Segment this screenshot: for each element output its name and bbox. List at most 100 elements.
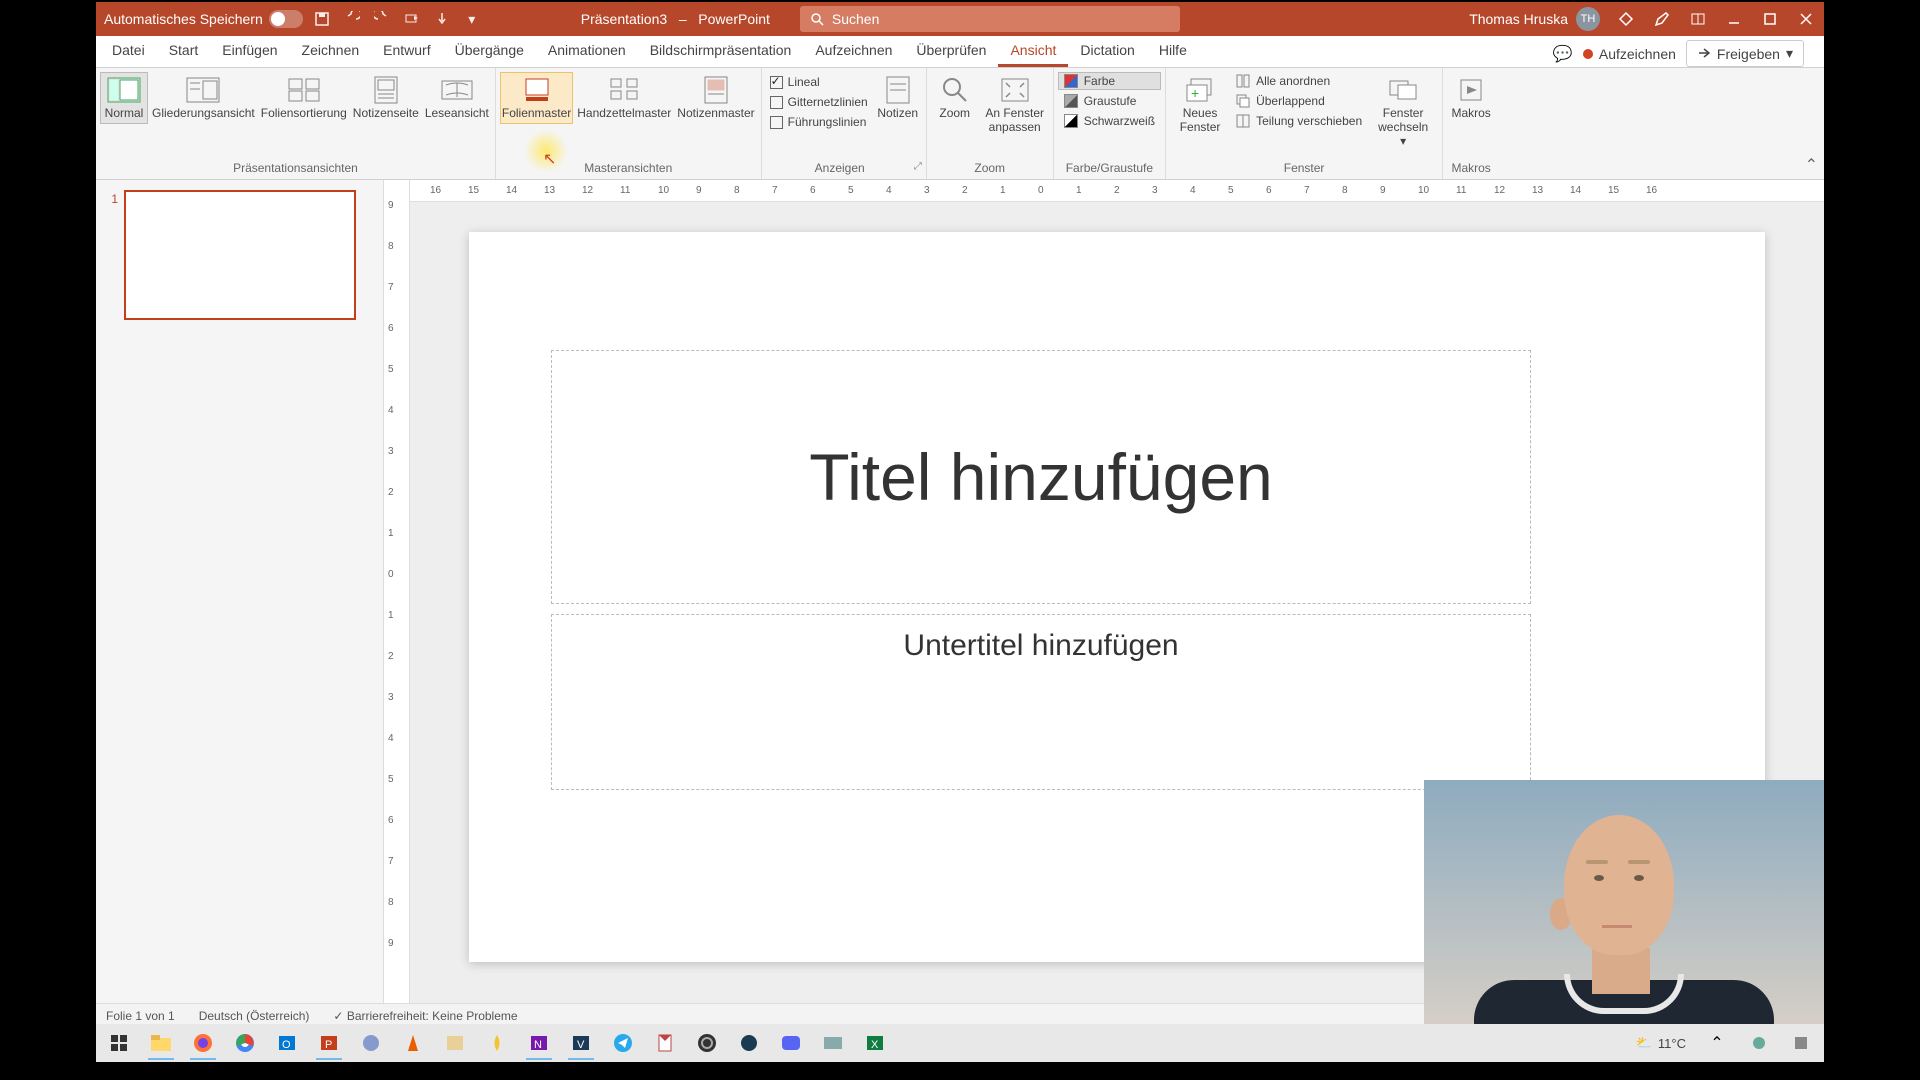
start-from-beginning-icon[interactable] (403, 10, 421, 28)
slide-counter[interactable]: Folie 1 von 1 (106, 1009, 175, 1023)
qat-more-icon[interactable]: ▾ (463, 10, 481, 28)
file-explorer-icon[interactable] (142, 1026, 180, 1060)
telegram-icon[interactable] (604, 1026, 642, 1060)
close-button[interactable] (1796, 9, 1816, 29)
collapse-ribbon-button[interactable]: ⌃ (1805, 155, 1818, 175)
svg-text:X: X (871, 1039, 879, 1051)
app-icon-5[interactable] (730, 1026, 768, 1060)
language-indicator[interactable]: Deutsch (Österreich) (199, 1009, 310, 1023)
save-icon[interactable] (313, 10, 331, 28)
tab-ueberpruefen[interactable]: Überprüfen (904, 36, 998, 67)
normal-view-button[interactable]: Normal (100, 72, 148, 124)
diamond-icon[interactable] (1616, 9, 1636, 29)
vlc-icon[interactable] (394, 1026, 432, 1060)
subtitle-placeholder[interactable]: Untertitel hinzufügen (551, 614, 1531, 790)
app-icon-4[interactable] (646, 1026, 684, 1060)
reading-view-button[interactable]: Leseansicht (423, 72, 491, 124)
touch-mode-icon[interactable] (433, 10, 451, 28)
app-icon-3[interactable] (478, 1026, 516, 1060)
minimize-button[interactable] (1724, 9, 1744, 29)
checkbox-checked-icon (770, 76, 783, 89)
user-account[interactable]: Thomas Hruska TH (1469, 7, 1600, 31)
group-label: Masteransichten (500, 161, 757, 177)
excel-icon[interactable]: X (856, 1026, 894, 1060)
weather-widget[interactable]: ⛅ 11°C (1628, 1035, 1694, 1051)
search-box[interactable] (800, 6, 1180, 32)
slide-thumbnail-1[interactable] (124, 190, 356, 320)
tray-icon-2[interactable] (1782, 1026, 1820, 1060)
window-layout-icon[interactable] (1688, 9, 1708, 29)
start-button[interactable] (100, 1026, 138, 1060)
notes-page-button[interactable]: Notizenseite (351, 72, 421, 124)
tray-icon-1[interactable] (1740, 1026, 1778, 1060)
tab-bildschirmpraesentation[interactable]: Bildschirmpräsentation (638, 36, 804, 67)
blackwhite-option[interactable]: Schwarzweiß (1058, 112, 1161, 130)
tab-uebergaenge[interactable]: Übergänge (443, 36, 536, 67)
tab-einfuegen[interactable]: Einfügen (210, 36, 289, 67)
ribbon-tabs: Datei Start Einfügen Zeichnen Entwurf Üb… (96, 36, 1824, 68)
fit-to-window-button[interactable]: An Fenster anpassen (981, 72, 1049, 138)
tab-hilfe[interactable]: Hilfe (1147, 36, 1199, 67)
cascade-icon (1236, 94, 1250, 108)
notes-button[interactable]: Notizen (874, 72, 922, 124)
arrange-all-button[interactable]: Alle anordnen (1232, 72, 1366, 90)
maximize-button[interactable] (1760, 9, 1780, 29)
switch-windows-button[interactable]: Fenster wechseln ▾ (1368, 72, 1438, 152)
app-icon-6[interactable] (814, 1026, 852, 1060)
app-icon-2[interactable] (436, 1026, 474, 1060)
tab-aufzeichnen[interactable]: Aufzeichnen (803, 36, 904, 67)
tab-dictation[interactable]: Dictation (1068, 36, 1146, 67)
move-split-button[interactable]: Teilung verschieben (1232, 112, 1366, 130)
pen-icon[interactable] (1652, 9, 1672, 29)
checkbox-icon (770, 96, 783, 109)
obs-icon[interactable] (688, 1026, 726, 1060)
gridlines-checkbox[interactable]: Gitternetzlinien (768, 94, 870, 110)
undo-icon[interactable] (343, 10, 361, 28)
new-window-button[interactable]: + Neues Fenster (1170, 72, 1230, 138)
title-placeholder[interactable]: Titel hinzufügen (551, 350, 1531, 604)
horizontal-ruler: 1615141312111098765432101234567891011121… (410, 180, 1824, 202)
tab-ansicht[interactable]: Ansicht (998, 36, 1068, 67)
color-option[interactable]: Farbe (1058, 72, 1161, 90)
checkbox-icon (770, 116, 783, 129)
grayscale-option[interactable]: Graustufe (1058, 92, 1161, 110)
onenote-icon[interactable]: N (520, 1026, 558, 1060)
zoom-button[interactable]: Zoom (931, 72, 979, 124)
macros-icon (1453, 76, 1489, 104)
app-icon-1[interactable] (352, 1026, 390, 1060)
autosave-toggle[interactable]: Automatisches Speichern (104, 10, 303, 28)
outlook-icon[interactable]: O (268, 1026, 306, 1060)
handout-master-button[interactable]: Handzettelmaster (575, 72, 673, 124)
windows-taskbar: O P N V X ⛅ 11°C ⌃ (96, 1024, 1824, 1062)
chrome-icon[interactable] (226, 1026, 264, 1060)
toggle-switch[interactable] (269, 10, 303, 28)
quick-access-toolbar: ▾ (313, 10, 481, 28)
tab-entwurf[interactable]: Entwurf (371, 36, 442, 67)
tab-datei[interactable]: Datei (100, 36, 157, 67)
tab-zeichnen[interactable]: Zeichnen (290, 36, 372, 67)
discord-icon[interactable] (772, 1026, 810, 1060)
outline-view-button[interactable]: Gliederungsansicht (150, 72, 257, 124)
slide-master-button[interactable]: Folienmaster (500, 72, 573, 124)
ruler-checkbox[interactable]: Lineal (768, 74, 870, 90)
powerpoint-icon[interactable]: P (310, 1026, 348, 1060)
accessibility-indicator[interactable]: ✓ Barrierefreiheit: Keine Probleme (333, 1009, 517, 1023)
notes-master-button[interactable]: Notizenmaster (675, 72, 756, 124)
guides-checkbox[interactable]: Führungslinien (768, 114, 870, 130)
bw-swatch-icon (1064, 114, 1078, 128)
search-input[interactable] (832, 11, 1170, 27)
tab-animationen[interactable]: Animationen (536, 36, 638, 67)
tab-start[interactable]: Start (157, 36, 211, 67)
record-button[interactable]: Aufzeichnen (1583, 46, 1676, 62)
slide-sorter-button[interactable]: Foliensortierung (259, 72, 349, 124)
comments-icon[interactable]: 💬 (1553, 44, 1573, 64)
share-button[interactable]: Freigeben ▾ (1686, 40, 1804, 67)
arrange-all-icon (1236, 74, 1250, 88)
firefox-icon[interactable] (184, 1026, 222, 1060)
slide-thumbnail-panel[interactable]: 1 (96, 180, 384, 1003)
macros-button[interactable]: Makros (1447, 72, 1495, 124)
tray-expand-icon[interactable]: ⌃ (1698, 1026, 1736, 1060)
app-icon-v[interactable]: V (562, 1026, 600, 1060)
cascade-button[interactable]: Überlappend (1232, 92, 1366, 110)
redo-icon[interactable] (373, 10, 391, 28)
